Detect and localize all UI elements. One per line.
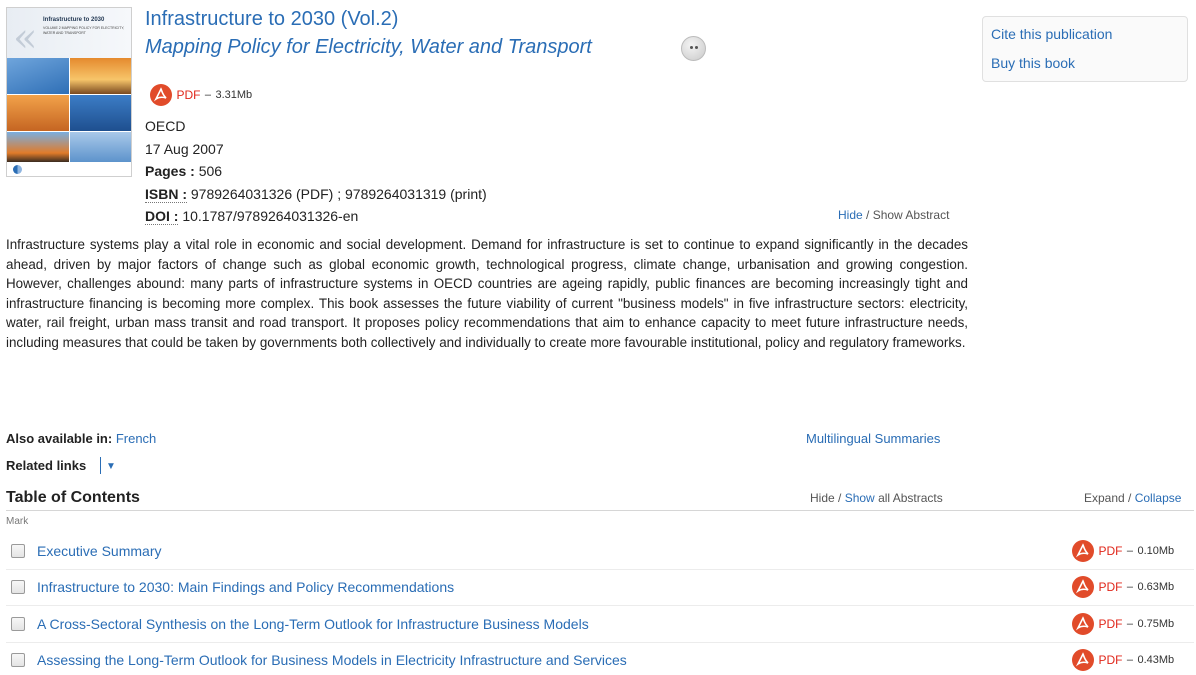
- toc-expand-sep: /: [1124, 491, 1135, 505]
- toc-sep: /: [834, 491, 845, 505]
- cover-header: « Infrastructure to 2030 VOLUME 2 MAPPIN…: [7, 8, 131, 58]
- chapter-link[interactable]: Infrastructure to 2030: Main Findings an…: [37, 579, 454, 595]
- hide-abstract-link[interactable]: Hide: [838, 208, 863, 222]
- pdf-label[interactable]: PDF: [1098, 617, 1122, 631]
- book-cover-image[interactable]: « Infrastructure to 2030 VOLUME 2 MAPPIN…: [6, 7, 132, 177]
- chevron-down-icon[interactable]: ▼: [106, 461, 116, 472]
- publication-title[interactable]: Infrastructure to 2030 (Vol.2): [145, 8, 398, 31]
- chapter-pdf-download[interactable]: PDF – 0.63Mb: [1072, 576, 1174, 598]
- pdf-label[interactable]: PDF: [1098, 653, 1122, 667]
- isbn-line: ISBN : 9789264031326 (PDF) ; 97892640313…: [145, 186, 487, 203]
- pages-value: 506: [198, 163, 223, 179]
- cover-photo-sky: [7, 58, 69, 94]
- pdf-icon: [1072, 540, 1094, 562]
- publication-date: 17 Aug 2007: [145, 141, 224, 157]
- isbn-label[interactable]: ISBN :: [145, 186, 187, 203]
- multilingual-summaries-link[interactable]: Multilingual Summaries: [806, 431, 940, 446]
- pdf-label[interactable]: PDF: [1098, 544, 1122, 558]
- chapter-pdf-download[interactable]: PDF – 0.75Mb: [1072, 613, 1174, 635]
- main-pdf-download[interactable]: PDF – 3.31Mb: [150, 84, 252, 106]
- toc-hide-text: Hide: [810, 491, 835, 505]
- also-available-label: Also available in:: [6, 431, 113, 446]
- chapter-link[interactable]: A Cross-Sectoral Synthesis on the Long-T…: [37, 616, 589, 632]
- pdf-size: 3.31Mb: [215, 89, 253, 101]
- publisher: OECD: [145, 118, 186, 134]
- row-checkbox[interactable]: [11, 544, 25, 558]
- also-available: Also available in: French: [6, 431, 156, 446]
- chapter-pdf-download[interactable]: PDF – 0.43Mb: [1072, 649, 1174, 671]
- doi-label[interactable]: DOI :: [145, 208, 179, 225]
- pdf-icon: [1072, 649, 1094, 671]
- row-checkbox[interactable]: [11, 580, 25, 594]
- toc-title: Table of Contents: [6, 489, 140, 506]
- row-checkbox[interactable]: [11, 653, 25, 667]
- pdf-dash: –: [1126, 581, 1134, 593]
- rating-face-icon[interactable]: [681, 36, 706, 61]
- cover-footer: [7, 162, 131, 176]
- table-row: A Cross-Sectoral Synthesis on the Long-T…: [0, 607, 1196, 643]
- pdf-size: 0.43Mb: [1137, 654, 1175, 666]
- pdf-dash: –: [204, 89, 212, 101]
- oecd-logo-icon: [13, 165, 22, 174]
- related-links-label[interactable]: Related links: [6, 458, 86, 473]
- doi-value: 10.1787/9789264031326-en: [182, 208, 359, 224]
- pdf-icon: [1072, 576, 1094, 598]
- pdf-size: 0.63Mb: [1137, 581, 1175, 593]
- cover-photo-dusk: [7, 95, 69, 131]
- toc-expand-text: Expand: [1084, 491, 1125, 505]
- row-divider: [6, 605, 1194, 606]
- cover-photo-pylon: [69, 58, 131, 94]
- actions-box: Cite this publication Buy this book: [982, 16, 1188, 82]
- french-version-link[interactable]: French: [116, 431, 156, 446]
- isbn-value: 9789264031326 (PDF) ; 9789264031319 (pri…: [190, 186, 487, 202]
- pdf-size: 0.10Mb: [1137, 545, 1175, 557]
- publication-subtitle[interactable]: Mapping Policy for Electricity, Water an…: [145, 36, 592, 59]
- toc-expand-collapse: Expand / Collapse: [1084, 491, 1181, 505]
- cover-photo-grid: [7, 58, 131, 162]
- abstract-text: Infrastructure systems play a vital role…: [6, 237, 968, 350]
- pdf-label[interactable]: PDF: [176, 88, 200, 102]
- cover-title: Infrastructure to 2030: [43, 17, 105, 23]
- toc-divider: [6, 510, 1194, 511]
- pdf-dash: –: [1126, 545, 1134, 557]
- abstract-toggle: Hide / Show Abstract: [838, 208, 949, 222]
- pages-label: Pages :: [145, 163, 195, 179]
- chapter-pdf-download[interactable]: PDF – 0.10Mb: [1072, 540, 1174, 562]
- mark-column-header: Mark: [6, 516, 29, 527]
- toc-all-abstracts: all Abstracts: [874, 491, 943, 505]
- table-row: Infrastructure to 2030: Main Findings an…: [0, 570, 1196, 606]
- cover-photo-water: [69, 95, 131, 131]
- abstract-toggle-sep: /: [862, 208, 873, 222]
- pdf-dash: –: [1126, 618, 1134, 630]
- cite-publication-link[interactable]: Cite this publication: [991, 26, 1112, 42]
- buy-book-link[interactable]: Buy this book: [991, 55, 1075, 71]
- pdf-label[interactable]: PDF: [1098, 580, 1122, 594]
- pdf-icon: [1072, 613, 1094, 635]
- cover-photo-train: [7, 132, 69, 162]
- toc-collapse-link[interactable]: Collapse: [1135, 491, 1182, 505]
- chapter-link[interactable]: Executive Summary: [37, 543, 161, 559]
- pdf-dash: –: [1126, 654, 1134, 666]
- pdf-size: 0.75Mb: [1137, 618, 1175, 630]
- table-row: Executive Summary PDF – 0.10Mb: [0, 534, 1196, 570]
- show-abstract-text: Show Abstract: [872, 208, 950, 222]
- chapter-link[interactable]: Assessing the Long-Term Outlook for Busi…: [37, 652, 627, 668]
- row-checkbox[interactable]: [11, 617, 25, 631]
- related-links-divider: [100, 457, 101, 474]
- toc-show-all-link[interactable]: Show: [845, 491, 875, 505]
- pdf-icon: [150, 84, 172, 106]
- cover-subtitle: VOLUME 2 MAPPING POLICY FOR ELECTRICITY,…: [43, 26, 125, 35]
- cover-photo-bridge: [69, 132, 131, 162]
- toc-abstracts-toggle: Hide / Show all Abstracts: [810, 491, 943, 505]
- doi-line: DOI : 10.1787/9789264031326-en: [145, 208, 359, 225]
- pages-line: Pages : 506: [145, 163, 222, 179]
- table-row: Assessing the Long-Term Outlook for Busi…: [0, 643, 1196, 675]
- cover-quote-mark: «: [13, 15, 38, 61]
